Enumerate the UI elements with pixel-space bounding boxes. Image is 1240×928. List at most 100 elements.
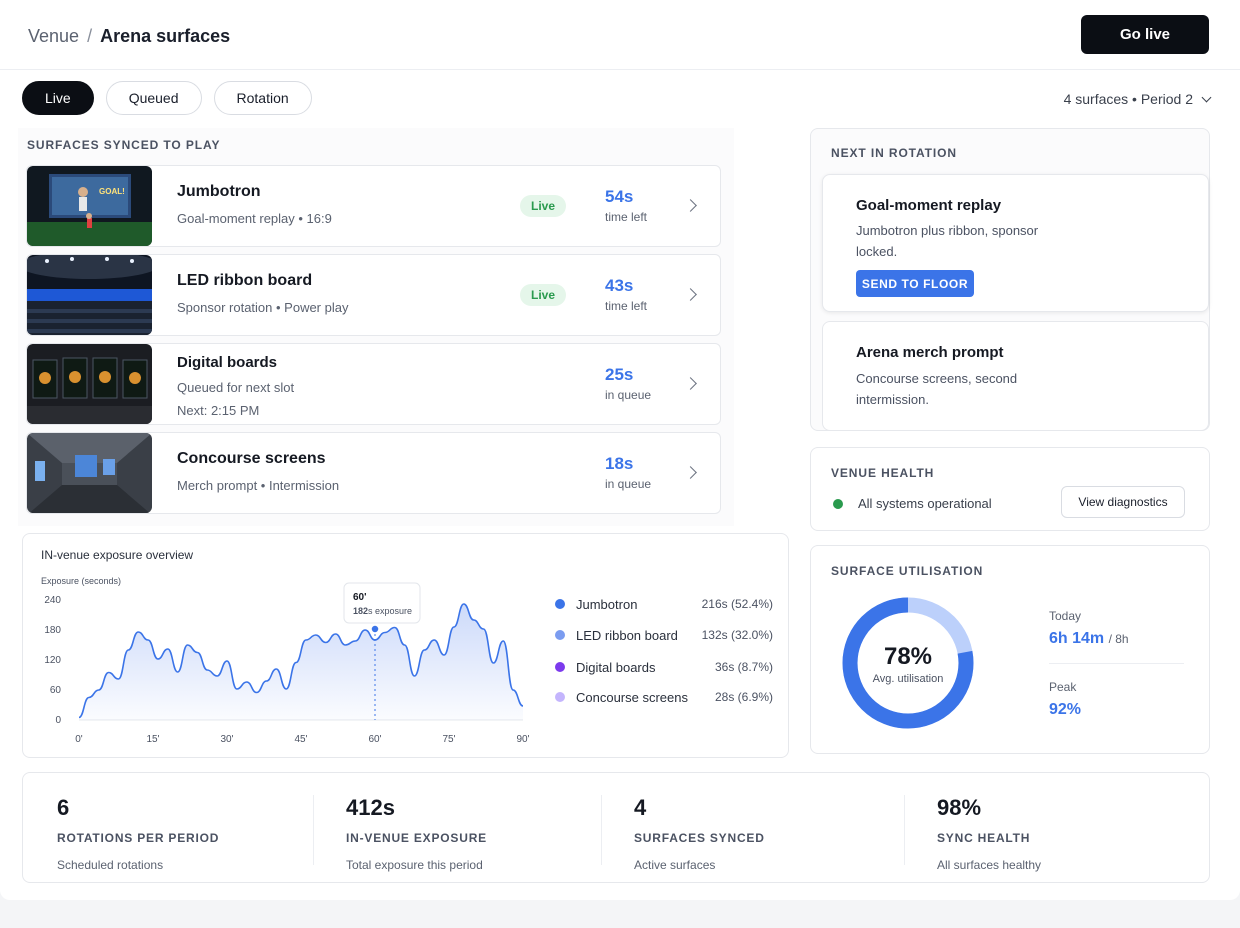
- today-value: 6h 14m / 8h: [1049, 630, 1129, 647]
- x-tick-label: 60': [368, 734, 381, 745]
- utilisation-caption: Avg. utilisation: [873, 673, 944, 685]
- status-tabs: Live Queued Rotation: [22, 81, 312, 115]
- legend-item-jumbotron[interactable]: Jumbotron 216s (52.4%): [555, 597, 773, 613]
- top-bar: Venue / Arena surfaces Go live: [0, 0, 1240, 70]
- kpi-description: Scheduled rotations: [57, 858, 164, 872]
- surface-title: Concourse screens: [177, 450, 326, 467]
- kpi-title: SYNC HEALTH: [937, 831, 1031, 845]
- svg-text:GOAL!: GOAL!: [99, 187, 125, 196]
- rotation-item-title: Goal-moment replay: [856, 197, 1002, 214]
- legend-value: 216s (52.4%): [701, 597, 773, 611]
- y-tick-label: 180: [44, 625, 61, 636]
- legend-name: Jumbotron: [576, 597, 638, 612]
- legend-dot-icon: [555, 662, 565, 672]
- page-title: Arena surfaces: [100, 26, 231, 46]
- surfaces-section-label: SURFACES SYNCED TO PLAY: [27, 138, 221, 152]
- rotation-section-label: NEXT IN ROTATION: [831, 146, 957, 160]
- queue-label: in queue: [605, 388, 652, 402]
- surface-metric: 43s time left: [605, 276, 647, 313]
- kpi-strip: 6 ROTATIONS PER PERIOD Scheduled rotatio…: [22, 772, 1210, 883]
- status-dot-icon: [833, 499, 843, 509]
- kpi-surfaces: 4 SURFACES SYNCED Active surfaces: [634, 795, 765, 872]
- legend-item-concourse[interactable]: Concourse screens 28s (6.9%): [555, 690, 773, 706]
- surface-title: Digital boards: [177, 354, 278, 371]
- legend-name: LED ribbon board: [576, 628, 678, 643]
- y-tick-label: 120: [44, 655, 61, 666]
- venue-health-card: VENUE HEALTH All systems operational Vie…: [810, 447, 1210, 531]
- rotation-item-merch-prompt[interactable]: Arena merch prompt Concourse screens, se…: [822, 321, 1209, 431]
- legend-name: Concourse screens: [576, 690, 688, 705]
- surface-title: LED ribbon board: [177, 272, 313, 289]
- surface-subtitle: Queued for next slot: [177, 380, 295, 395]
- live-badge: Live: [520, 284, 566, 306]
- legend-dot-icon: [555, 599, 565, 609]
- y-tick-label: 0: [55, 715, 61, 726]
- kpi-rotations: 6 ROTATIONS PER PERIOD Scheduled rotatio…: [57, 795, 219, 872]
- exposure-chart: Exposure (seconds) 0 60 120 180 240 0' 15' 30' 4…: [41, 576, 530, 745]
- tab-live[interactable]: Live: [22, 81, 94, 115]
- exposure-area: [79, 604, 523, 720]
- kpi-description: All surfaces healthy: [937, 858, 1042, 872]
- x-tick-label: 75': [442, 734, 455, 745]
- tab-rotation[interactable]: Rotation: [213, 81, 312, 115]
- y-tick-label: 60: [50, 685, 62, 696]
- legend-dot-icon: [555, 692, 565, 702]
- kpi-title: IN-VENUE EXPOSURE: [346, 831, 487, 845]
- kpi-number: 412s: [346, 795, 395, 820]
- view-diagnostics-button[interactable]: View diagnostics: [1061, 486, 1185, 518]
- rotation-item-description: Jumbotron plus ribbon, sponsor locked.: [856, 223, 1039, 259]
- divider: [1049, 663, 1184, 664]
- rotation-item-description: Concourse screens, second intermission.: [856, 371, 1018, 407]
- surface-subtitle: Merch prompt • Intermission: [177, 478, 340, 493]
- legend-name: Digital boards: [576, 660, 656, 675]
- jumbotron-thumbnail: GOAL!: [27, 166, 152, 246]
- utilisation-donut: 78% Avg. utilisation: [842, 597, 974, 729]
- utilisation-label: SURFACE UTILISATION: [831, 564, 984, 578]
- send-to-floor-button[interactable]: SEND TO FLOOR: [856, 270, 974, 297]
- peak-value: 92%: [1049, 701, 1082, 718]
- queue-value: 25s: [605, 365, 634, 384]
- legend-item-led-ribbon[interactable]: LED ribbon board 132s (32.0%): [555, 628, 773, 644]
- divider: [313, 795, 314, 865]
- surface-metric: 54s time left: [605, 187, 647, 224]
- surface-subtitle: Sponsor rotation • Power play: [177, 300, 349, 315]
- today-label: Today: [1049, 609, 1082, 623]
- legend-dot-icon: [555, 630, 565, 640]
- time-left-label: time left: [605, 299, 648, 313]
- y-tick-label: 240: [44, 595, 61, 606]
- kpi-title: SURFACES SYNCED: [634, 831, 765, 845]
- digital-boards-thumbnail: [27, 344, 152, 424]
- kpi-number: 4: [634, 795, 647, 820]
- x-tick-label: 30': [220, 734, 233, 745]
- kpi-number: 6: [57, 795, 70, 820]
- time-left-value: 54s: [605, 187, 634, 206]
- chevron-right-icon[interactable]: [684, 466, 697, 479]
- kpi-number: 98%: [937, 795, 982, 820]
- tab-queued[interactable]: Queued: [105, 81, 202, 115]
- rotation-item-goal-replay[interactable]: Goal-moment replay Jumbotron plus ribbon…: [822, 174, 1209, 312]
- surface-row-concourse[interactable]: Concourse screens Merch prompt • Intermi…: [26, 432, 721, 514]
- time-left-value: 43s: [605, 276, 634, 295]
- live-badge: Live: [520, 195, 566, 217]
- legend-value: 132s (32.0%): [701, 628, 773, 642]
- surface-row-digital-boards[interactable]: Digital boards Queued for next slot Next…: [26, 343, 721, 425]
- surface-row-led-ribbon[interactable]: LED ribbon board Sponsor rotation • Powe…: [26, 254, 721, 336]
- surface-next-slot: Next: 2:15 PM: [177, 403, 260, 418]
- surface-row-jumbotron[interactable]: GOAL! Jumbotron Goal-moment replay • 16:…: [26, 165, 721, 247]
- rotation-item-title: Arena merch prompt: [856, 344, 1004, 361]
- tooltip-value: 182s exposure: [353, 606, 412, 616]
- time-left-label: time left: [605, 210, 648, 224]
- legend-item-digital-boards[interactable]: Digital boards 36s (8.7%): [555, 660, 773, 676]
- breadcrumb: Venue / Arena surfaces: [28, 26, 230, 47]
- queue-value: 18s: [605, 454, 634, 473]
- surface-metric: 18s in queue: [605, 454, 651, 491]
- chevron-right-icon[interactable]: [684, 199, 697, 212]
- chevron-right-icon[interactable]: [684, 288, 697, 301]
- period-selector[interactable]: 4 surfaces • Period 2: [1064, 91, 1212, 107]
- legend-value: 28s (6.9%): [714, 690, 773, 704]
- chevron-right-icon[interactable]: [684, 377, 697, 390]
- hover-point: [370, 624, 380, 634]
- chart-tooltip: 60' 182s exposure: [343, 582, 421, 624]
- go-live-button[interactable]: Go live: [1081, 15, 1209, 54]
- breadcrumb-venue-link[interactable]: Venue: [28, 26, 79, 46]
